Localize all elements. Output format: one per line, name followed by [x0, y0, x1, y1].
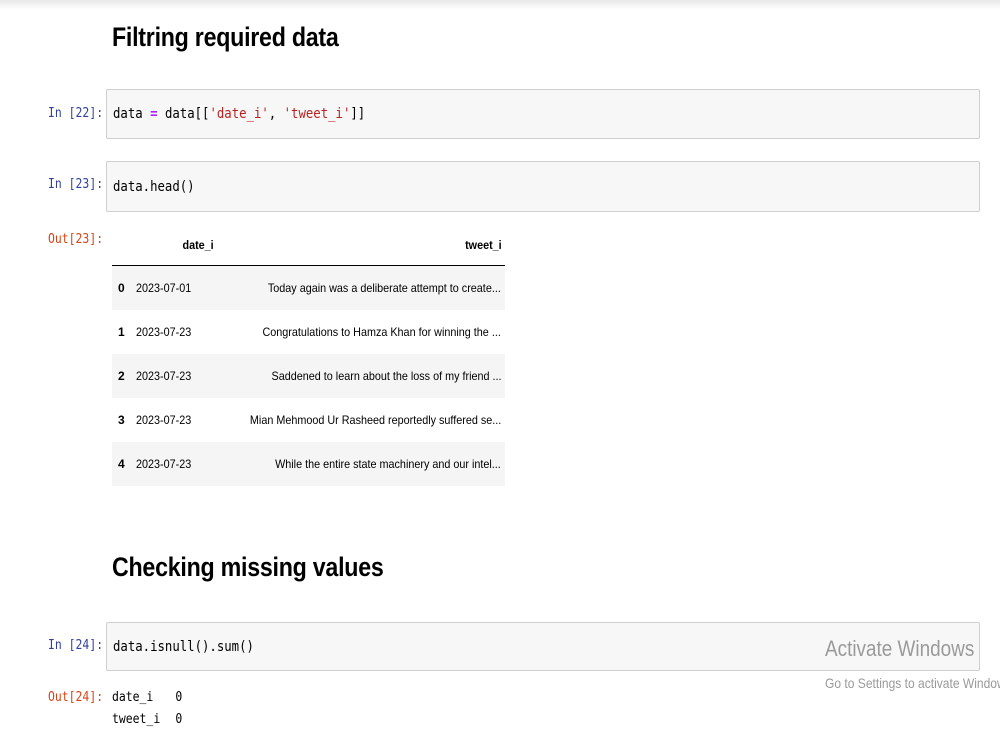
row-index: 1: [118, 324, 125, 339]
code-cell-22[interactable]: data = data[['date_i', 'tweet_i']]: [106, 89, 980, 139]
tweet-cell: Saddened to learn about the loss of my f…: [271, 368, 502, 383]
date-cell: 2023-07-23: [136, 456, 192, 471]
section-heading-missing-values: Checking missing values: [112, 552, 384, 582]
index-header: [112, 224, 132, 266]
table-row: 3 2023-07-23 Mian Mehmood Ur Rasheed rep…: [112, 398, 505, 442]
top-shadow-bar: [0, 0, 1000, 10]
tweet-cell: Congratulations to Hamza Khan for winnin…: [262, 324, 502, 339]
row-index: 3: [118, 412, 125, 427]
input-prompt-22: In [22]:: [48, 106, 104, 121]
table-header-row: date_i tweet_i: [112, 224, 506, 266]
input-prompt-23: In [23]:: [48, 177, 104, 192]
table-row: 1 2023-07-23 Congratulations to Hamza Kh…: [112, 310, 505, 354]
tweet-cell: Today again was a deliberate attempt to …: [268, 280, 502, 295]
code-text-22: data = data[['date_i', 'tweet_i']]: [113, 106, 366, 122]
column-header-tweet: tweet_i: [218, 224, 506, 266]
dataframe-table: date_i tweet_i 0 2023-07-01 Today again …: [112, 224, 506, 486]
series-row: tweet_i 0: [112, 712, 183, 727]
table-row: 4 2023-07-23 While the entire state mach…: [112, 441, 506, 486]
code-text-23: data.head(): [113, 178, 195, 195]
table-row: 2 2023-07-23 Saddened to learn about the…: [112, 353, 506, 398]
section-heading-filtering: Filtring required data: [112, 22, 339, 52]
isnull-sum-output: date_i 0 tweet_i 0: [112, 690, 182, 734]
table-row: 0 2023-07-01 Today again was a deliberat…: [112, 265, 506, 310]
activate-windows-watermark-title: Activate Windows: [825, 636, 975, 661]
output-prompt-23: Out[23]:: [48, 232, 104, 247]
code-text-24: data.isnull().sum(): [113, 638, 254, 655]
date-cell: 2023-07-23: [136, 324, 192, 339]
row-index: 4: [118, 456, 125, 471]
date-cell: 2023-07-23: [136, 368, 192, 383]
tweet-cell: Mian Mehmood Ur Rasheed reportedly suffe…: [249, 412, 502, 427]
activate-windows-watermark-subtitle: Go to Settings to activate Windows.: [825, 675, 1000, 691]
row-index: 0: [118, 280, 125, 295]
series-row: date_i 0: [112, 690, 183, 705]
output-prompt-24: Out[24]:: [48, 690, 104, 705]
column-header-date: date_i: [132, 224, 218, 266]
date-cell: 2023-07-23: [136, 412, 192, 427]
code-cell-23[interactable]: data.head(): [106, 161, 980, 212]
date-cell: 2023-07-01: [136, 280, 192, 295]
tweet-cell: While the entire state machinery and our…: [275, 456, 502, 471]
row-index: 2: [118, 368, 125, 383]
input-prompt-24: In [24]:: [48, 638, 104, 653]
